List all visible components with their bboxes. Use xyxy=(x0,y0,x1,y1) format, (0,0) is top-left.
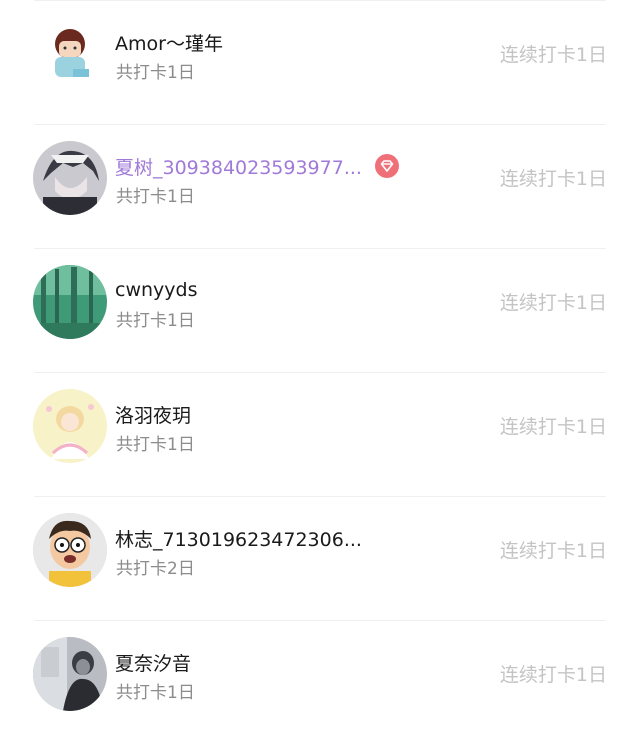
user-name[interactable]: 夏树_309384023593977... xyxy=(115,153,362,180)
avatar[interactable] xyxy=(33,141,107,215)
name-line: 林志_713019623472306... xyxy=(115,523,362,553)
avatar[interactable] xyxy=(33,637,107,711)
streak-checkin-days: 连续打卡1日 xyxy=(499,292,607,314)
diamond-vip-icon xyxy=(374,153,400,179)
avatar[interactable] xyxy=(33,265,107,339)
list-item[interactable]: 洛羽夜玥 共打卡1日 连续打卡1日 xyxy=(0,372,640,496)
name-line: cwnyyds xyxy=(115,275,197,305)
avatar-image-cartoon-face xyxy=(33,513,107,587)
total-checkin-days: 共打卡1日 xyxy=(116,435,195,455)
avatar[interactable] xyxy=(33,17,107,91)
streak-checkin-days: 连续打卡1日 xyxy=(499,664,607,686)
name-line: 洛羽夜玥 xyxy=(115,399,191,429)
user-name[interactable]: cwnyyds xyxy=(115,279,197,301)
total-checkin-days: 共打卡1日 xyxy=(116,311,195,331)
user-name[interactable]: Amor～瑾年 xyxy=(115,29,223,56)
name-line: 夏奈汐音 xyxy=(115,647,191,677)
user-name[interactable]: 林志_713019623472306... xyxy=(115,525,362,552)
streak-checkin-days: 连续打卡1日 xyxy=(499,168,607,190)
user-name[interactable]: 洛羽夜玥 xyxy=(115,401,191,428)
name-line: 夏树_309384023593977... xyxy=(115,151,400,181)
list-item[interactable]: 夏树_309384023593977... 共打卡1日 连续打卡1日 xyxy=(0,124,640,248)
user-name[interactable]: 夏奈汐音 xyxy=(115,649,191,676)
list-item[interactable]: cwnyyds 共打卡1日 连续打卡1日 xyxy=(0,248,640,372)
list-item[interactable]: 夏奈汐音 共打卡1日 连续打卡1日 xyxy=(0,620,640,729)
total-checkin-days: 共打卡1日 xyxy=(116,187,195,207)
streak-checkin-days: 连续打卡1日 xyxy=(499,44,607,66)
streak-checkin-days: 连续打卡1日 xyxy=(499,416,607,438)
total-checkin-days: 共打卡1日 xyxy=(116,683,195,703)
checkin-list: Amor～瑾年 共打卡1日 连续打卡1日 夏树_309384023593977.… xyxy=(0,0,640,729)
total-checkin-days: 共打卡1日 xyxy=(116,63,195,83)
avatar[interactable] xyxy=(33,513,107,587)
total-checkin-days: 共打卡2日 xyxy=(116,559,195,579)
list-item[interactable]: Amor～瑾年 共打卡1日 连续打卡1日 xyxy=(0,0,640,124)
avatar-image-forest xyxy=(33,265,107,339)
avatar[interactable] xyxy=(33,389,107,463)
avatar-image-anime-girl xyxy=(33,389,107,463)
list-item[interactable]: 林志_713019623472306... 共打卡2日 连续打卡1日 xyxy=(0,496,640,620)
name-line: Amor～瑾年 xyxy=(115,27,223,57)
streak-checkin-days: 连续打卡1日 xyxy=(499,540,607,562)
avatar-image-cartoon-boy xyxy=(33,17,107,91)
avatar-image-anime-boy xyxy=(33,141,107,215)
avatar-image-dark-portrait xyxy=(33,637,107,711)
